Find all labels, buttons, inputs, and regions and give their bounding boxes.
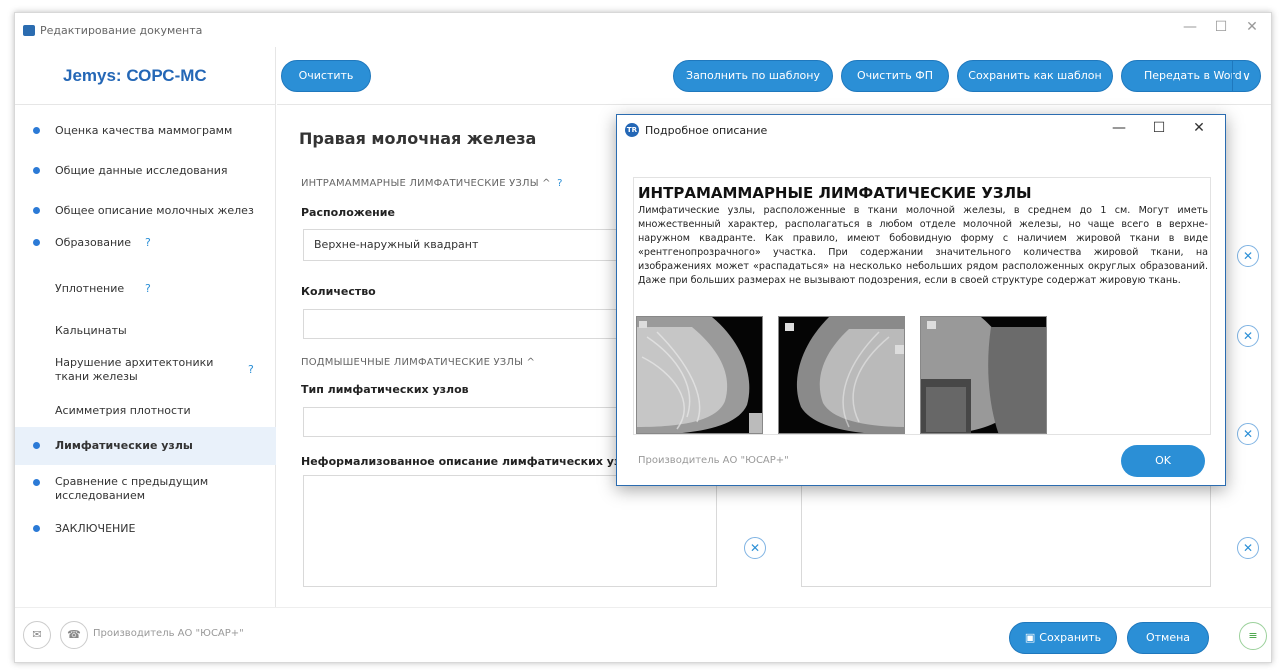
dialog-title-bar: TR Подробное описание — ☐ ✕ (617, 115, 1225, 145)
save-template-button[interactable]: Сохранить как шаблон (957, 60, 1113, 92)
sidebar-item-general-data[interactable]: Общие данные исследования (15, 157, 276, 185)
maximize-button[interactable]: ☐ (1206, 19, 1236, 35)
sidebar-item-label: Общие данные исследования (55, 164, 228, 177)
sidebar-item-label: Кальцинаты (55, 324, 127, 337)
cancel-button[interactable]: Отмена (1127, 622, 1209, 654)
clear-field-icon[interactable]: ✕ (1237, 325, 1259, 347)
dialog-heading: ИНТРАМАММАРНЫЕ ЛИМФАТИЧЕСКИЕ УЗЛЫ (638, 184, 1032, 202)
bullet-icon (33, 525, 40, 532)
title-bar: Редактирование документа — ☐ ✕ (15, 13, 1271, 47)
mammogram-image (636, 316, 763, 434)
details-dialog: TR Подробное описание — ☐ ✕ ИНТРАМАММАРН… (616, 114, 1226, 486)
bullet-icon (33, 239, 40, 246)
help-icon[interactable]: ? (145, 282, 151, 295)
clear-field-icon[interactable]: ✕ (1237, 423, 1259, 445)
dialog-minimize-button[interactable]: — (1107, 120, 1131, 136)
location-select[interactable]: Верхне-наружный квадрант (303, 229, 623, 261)
save-button[interactable]: ▣ Сохранить (1009, 622, 1117, 654)
close-button[interactable]: ✕ (1237, 19, 1267, 35)
footer: ✉ ☎ Производитель АО "ЮСАР+" ▣ Сохранить … (15, 607, 1271, 662)
minimize-button[interactable]: — (1175, 19, 1205, 35)
sidebar-item-label: Лимфатические узлы (55, 439, 193, 452)
type-label: Тип лимфатических узлов (301, 383, 469, 396)
chevron-down-icon[interactable]: ∨ (1232, 61, 1260, 91)
bullet-icon (33, 167, 40, 174)
sidebar-item-calcifications[interactable]: Кальцинаты (15, 317, 276, 345)
section-intramammary[interactable]: ИНТРАМАММАРНЫЕ ЛИМФАТИЧЕСКИЕ УЗЛЫ ^ ? (301, 178, 563, 189)
send-word-label: Передать в Word (1144, 69, 1242, 82)
notes-icon[interactable]: ≡ (1239, 622, 1267, 650)
informal-textarea[interactable] (303, 475, 717, 587)
sidebar-item-asymmetry[interactable]: Асимметрия плотности (15, 397, 276, 425)
dialog-content: ИНТРАМАММАРНЫЕ ЛИМФАТИЧЕСКИЕ УЗЛЫ Лимфат… (633, 177, 1211, 435)
mammogram-image (920, 316, 1047, 434)
sidebar-item-lymph-nodes[interactable]: Лимфатические узлы (15, 427, 276, 465)
bullet-icon (33, 479, 40, 486)
section-title: ИНТРАМАММАРНЫЕ ЛИМФАТИЧЕСКИЕ УЗЛЫ ^ (301, 178, 551, 189)
bullet-icon (33, 207, 40, 214)
sidebar-item-label: Оценка качества маммограмм (55, 124, 233, 137)
dialog-close-button[interactable]: ✕ (1187, 120, 1211, 136)
sidebar-item-compaction[interactable]: Уплотнение ? (15, 275, 276, 303)
clear-field-icon[interactable]: ✕ (1237, 537, 1259, 559)
sidebar-item-general-description[interactable]: Общее описание молочных желез (15, 197, 276, 225)
help-icon[interactable]: ? (145, 236, 151, 249)
bullet-icon (33, 127, 40, 134)
app-brand: Jemys: СОРС-МС (15, 47, 275, 105)
mail-icon[interactable]: ✉ (23, 621, 51, 649)
maker-label: Производитель АО "ЮСАР+" (93, 628, 244, 639)
type-field[interactable] (303, 407, 623, 437)
help-icon[interactable]: ? (557, 178, 563, 189)
sidebar-item-label: Сравнение с предыдущим исследованием (55, 475, 209, 502)
page-title: Правая молочная железа (299, 129, 537, 148)
sidebar-item-label: ЗАКЛЮЧЕНИЕ (55, 522, 136, 535)
save-icon: ▣ (1024, 631, 1036, 644)
count-label: Количество (301, 285, 376, 298)
clear-field-icon[interactable]: ✕ (1237, 245, 1259, 267)
sidebar-item-comparison[interactable]: Сравнение с предыдущим исследованием (15, 471, 276, 509)
sidebar-item-label: Общее описание молочных желез (55, 204, 254, 217)
toolbar: Очистить Заполнить по шаблону Очистить Ф… (277, 47, 1271, 105)
bullet-icon (33, 442, 40, 449)
window-title: Редактирование документа (40, 24, 203, 37)
dialog-title: Подробное описание (645, 124, 768, 137)
count-field[interactable] (303, 309, 623, 339)
sidebar-item-conclusion[interactable]: ЗАКЛЮЧЕНИЕ (15, 515, 276, 543)
sidebar-item-label: Образование (55, 236, 132, 249)
sidebar-item-architecture[interactable]: Нарушение архитектоники ткани железы ? (15, 351, 276, 389)
app-icon (23, 25, 35, 36)
dialog-maximize-button[interactable]: ☐ (1147, 120, 1171, 136)
section-axillary[interactable]: ПОДМЫШЕЧНЫЕ ЛИМФАТИЧЕСКИЕ УЗЛЫ ^ (301, 357, 535, 368)
sidebar-item-formation[interactable]: Образование ? (15, 229, 276, 257)
sidebar-item-mammogram-quality[interactable]: Оценка качества маммограмм (15, 117, 276, 145)
sidebar-item-label: Нарушение архитектоники ткани железы (55, 356, 214, 383)
mammogram-image (778, 316, 905, 434)
sidebar: Jemys: СОРС-МС Оценка качества маммограм… (15, 47, 276, 607)
clear-button[interactable]: Очистить (281, 60, 371, 92)
fill-template-button[interactable]: Заполнить по шаблону (673, 60, 833, 92)
help-icon[interactable]: ? (248, 363, 254, 376)
sidebar-item-label: Асимметрия плотности (55, 404, 191, 417)
dialog-maker-label: Производитель АО "ЮСАР+" (638, 455, 789, 466)
dialog-text: Лимфатические узлы, расположенные в ткан… (638, 205, 1208, 286)
clear-fp-button[interactable]: Очистить ФП (841, 60, 949, 92)
informal-textarea-left[interactable] (801, 475, 1211, 587)
location-label: Расположение (301, 206, 395, 219)
sidebar-item-label: Уплотнение (55, 282, 125, 295)
ok-button[interactable]: OK (1121, 445, 1205, 477)
send-word-button[interactable]: Передать в Word ∨ (1121, 60, 1261, 92)
informal-label: Неформализованное описание лимфатических… (301, 455, 648, 468)
phone-icon[interactable]: ☎ (60, 621, 88, 649)
clear-field-icon[interactable]: ✕ (744, 537, 766, 559)
app-logo-icon: TR (625, 123, 639, 137)
save-label: Сохранить (1039, 631, 1102, 644)
